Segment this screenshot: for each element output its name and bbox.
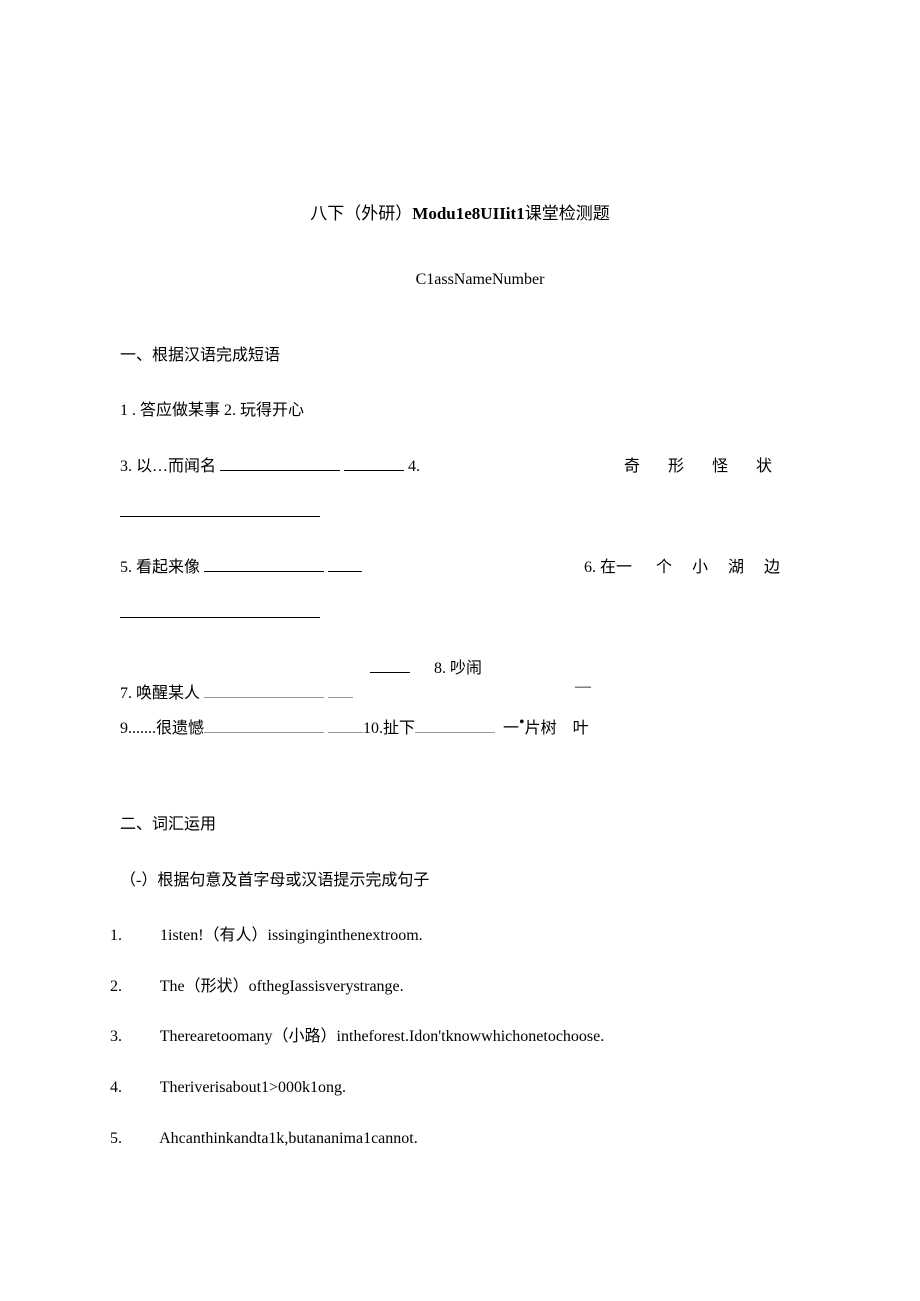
title-suffix: 课堂检测题: [525, 204, 610, 223]
fill-blank[interactable]: [204, 555, 324, 572]
s1-q10-text-a: 一: [503, 716, 519, 742]
title-prefix: 八下（外研）: [310, 204, 412, 223]
item-number: 5.: [130, 1126, 156, 1152]
s1-row-7-8: 8. 吵闹 7. 唤醒某人 —: [120, 656, 800, 716]
section-2-subheader: （-）根据句意及首字母或汉语提示完成句子: [120, 868, 800, 894]
s1-q4-num: 4.: [408, 458, 420, 475]
s1-q4-text: 奇形怪状: [624, 454, 800, 480]
s1-q6: 6. 在一 个小湖边: [584, 555, 800, 581]
fill-blank[interactable]: [220, 454, 340, 471]
s2-q3-text: Therearetoomany（小路）intheforest.Idon'tkno…: [160, 1028, 605, 1045]
s1-row-5-6: 5. 看起来像 6. 在一 个小湖边: [120, 555, 800, 581]
fill-blank[interactable]: [204, 681, 324, 698]
item-number: 1.: [130, 923, 156, 949]
s1-q3: 3. 以…而闻名 4.: [120, 454, 420, 480]
s1-q10-text-b: 片树: [525, 716, 557, 742]
fill-blank[interactable]: [328, 681, 353, 698]
item-number: 2.: [130, 974, 156, 1000]
s2-q4: 4. Theriverisabout1>000k1ong.: [120, 1075, 800, 1101]
s2-q2: 2. The（形状）ofthegIassisverystrange.: [120, 974, 800, 1000]
fill-blank[interactable]: [120, 601, 320, 618]
fill-blank[interactable]: [415, 716, 495, 733]
s1-q8: 8. 吵闹: [370, 656, 482, 682]
s1-q5-label: 5. 看起来像: [120, 559, 200, 576]
fill-blank[interactable]: [204, 716, 324, 733]
s2-q4-text: Theriverisabout1>000k1ong.: [160, 1079, 346, 1096]
s2-q1: 1. 1isten!（有人）issinginginthenextroom.: [120, 923, 800, 949]
s2-q1-text: 1isten!（有人）issinginginthenextroom.: [160, 927, 423, 944]
s2-q3: 3. Therearetoomany（小路）intheforest.Idon't…: [120, 1024, 800, 1050]
s1-row-3-4: 3. 以…而闻名 4. 奇形怪状: [120, 454, 800, 480]
s2-q5-text: Ahcanthinkandta1k,butananima1cannot.: [159, 1130, 418, 1147]
s1-q7-label: 7. 唤醒某人: [120, 685, 200, 702]
fill-blank[interactable]: [328, 555, 362, 572]
s1-q5: 5. 看起来像: [120, 555, 362, 581]
s1-q6-blank-row: [120, 601, 800, 627]
s1-q6-label: 6. 在一: [584, 559, 632, 576]
s1-row-1-2: 1 . 答应做某事 2. 玩得开心: [120, 398, 800, 424]
s1-q4-blank-row: [120, 500, 800, 526]
s1-q10-label: 10.扯下: [363, 716, 415, 742]
section-1-header: 一、根据汉语完成短语: [120, 343, 800, 369]
fill-blank[interactable]: [344, 454, 404, 471]
item-number: 4.: [130, 1075, 156, 1101]
s1-q7: 7. 唤醒某人: [120, 681, 353, 707]
s1-q8-label: 8. 吵闹: [434, 660, 482, 677]
s1-q3-label: 3. 以…而闻名: [120, 458, 216, 475]
page-title: 八下（外研）Modu1e8UIIit1课堂检测题: [120, 200, 800, 227]
s1-q6-text: 个小湖边: [656, 559, 800, 576]
title-bold: Modu1e8UIIit1: [412, 204, 524, 223]
s1-q10-text-c: 叶: [573, 716, 589, 742]
fill-blank[interactable]: [370, 656, 410, 673]
fill-blank[interactable]: [328, 716, 363, 733]
s1-row-9-10: 9.......很遗憾 10.扯下 一 • 片树 叶: [120, 716, 800, 742]
fill-blank[interactable]: [120, 500, 320, 517]
item-number: 3.: [130, 1024, 156, 1050]
worksheet-page: 八下（外研）Modu1e8UIIit1课堂检测题 C1assNameNumber…: [0, 0, 920, 1276]
s2-q5: 5. Ahcanthinkandta1k,butananima1cannot.: [120, 1126, 800, 1152]
s1-q9-label: 9.......很遗憾: [120, 716, 204, 742]
dash-mark: —: [575, 674, 591, 700]
s2-q2-text: The（形状）ofthegIassisverystrange.: [160, 978, 404, 995]
class-name-number: C1assNameNumber: [120, 267, 800, 293]
section-2-header: 二、词汇运用: [120, 812, 800, 838]
